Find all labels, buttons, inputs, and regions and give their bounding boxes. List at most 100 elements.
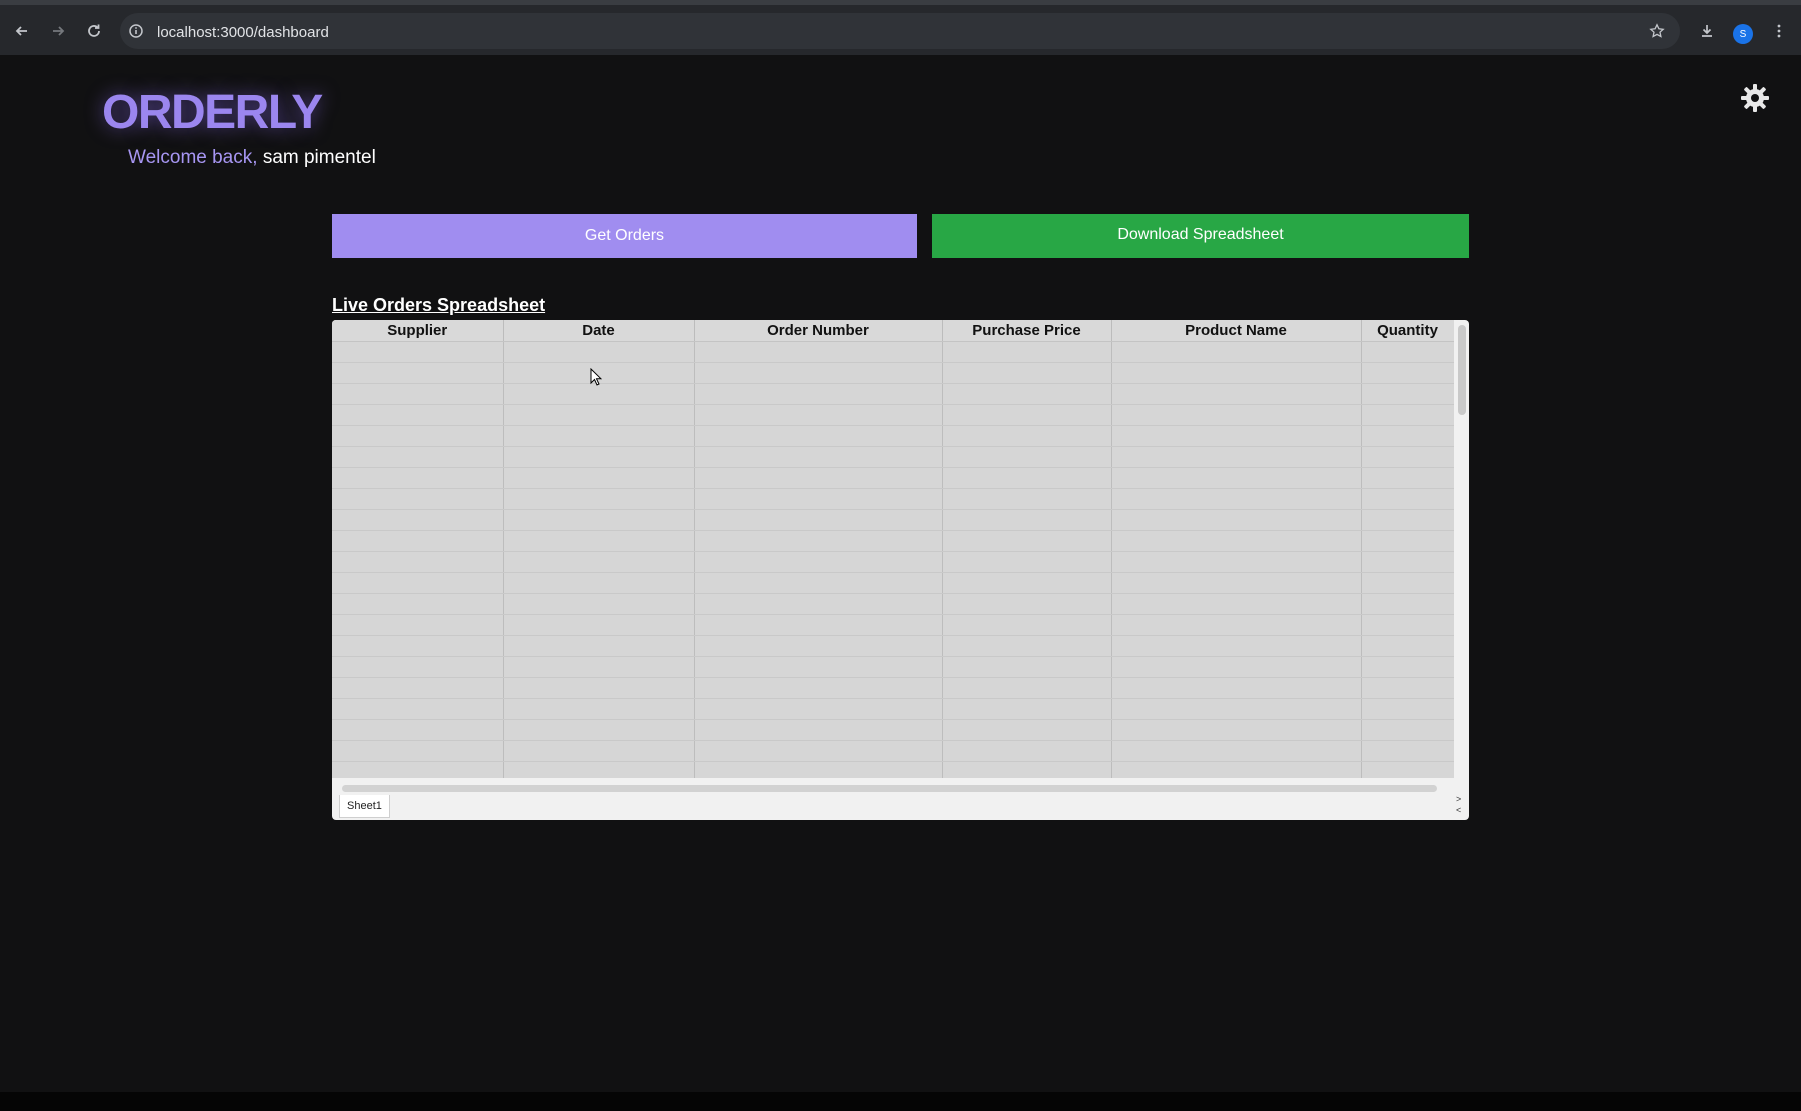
table-cell[interactable] <box>1361 572 1454 594</box>
table-cell[interactable] <box>1361 551 1454 573</box>
table-cell[interactable] <box>942 656 1112 678</box>
table-cell[interactable] <box>332 761 504 778</box>
table-cell[interactable] <box>1111 593 1362 615</box>
horizontal-scrollbar[interactable] <box>342 785 1437 792</box>
table-cell[interactable] <box>1361 719 1454 741</box>
table-cell[interactable] <box>942 614 1112 636</box>
table-cell[interactable] <box>694 698 943 720</box>
table-cell[interactable] <box>503 404 695 426</box>
table-cell[interactable] <box>1111 425 1362 447</box>
table-cell[interactable] <box>1361 593 1454 615</box>
column-header-date[interactable]: Date <box>503 320 695 342</box>
column-header-quantity[interactable]: Quantity <box>1361 320 1454 342</box>
table-cell[interactable] <box>942 740 1112 762</box>
table-cell[interactable] <box>503 656 695 678</box>
table-cell[interactable] <box>332 362 504 384</box>
table-cell[interactable] <box>332 572 504 594</box>
table-cell[interactable] <box>503 593 695 615</box>
table-cell[interactable] <box>1361 446 1454 468</box>
table-cell[interactable] <box>503 530 695 552</box>
table-cell[interactable] <box>694 341 943 363</box>
table-cell[interactable] <box>694 761 943 778</box>
get-orders-button[interactable]: Get Orders <box>332 214 917 258</box>
table-cell[interactable] <box>332 740 504 762</box>
table-cell[interactable] <box>332 530 504 552</box>
table-cell[interactable] <box>1111 656 1362 678</box>
table-cell[interactable] <box>1361 362 1454 384</box>
table-cell[interactable] <box>1361 467 1454 489</box>
site-info-icon[interactable] <box>124 19 148 43</box>
table-cell[interactable] <box>942 404 1112 426</box>
table-cell[interactable] <box>1111 635 1362 657</box>
column-header-purchase-price[interactable]: Purchase Price <box>942 320 1112 342</box>
table-cell[interactable] <box>942 488 1112 510</box>
table-cell[interactable] <box>1111 551 1362 573</box>
table-cell[interactable] <box>503 383 695 405</box>
table-cell[interactable] <box>942 677 1112 699</box>
table-cell[interactable] <box>503 509 695 531</box>
table-cell[interactable] <box>942 425 1112 447</box>
table-cell[interactable] <box>942 467 1112 489</box>
reload-icon[interactable] <box>82 19 106 43</box>
spreadsheet-widget[interactable]: Supplier Date Order Number Purchase Pric… <box>332 320 1469 820</box>
table-cell[interactable] <box>694 509 943 531</box>
spreadsheet-grid[interactable]: Supplier Date Order Number Purchase Pric… <box>332 320 1454 778</box>
table-cell[interactable] <box>1111 698 1362 720</box>
table-cell[interactable] <box>332 698 504 720</box>
settings-gear-icon[interactable] <box>1740 83 1770 113</box>
table-cell[interactable] <box>942 383 1112 405</box>
table-cell[interactable] <box>332 614 504 636</box>
table-cell[interactable] <box>942 593 1112 615</box>
table-cell[interactable] <box>942 719 1112 741</box>
table-cell[interactable] <box>503 572 695 594</box>
vertical-scrollbar[interactable] <box>1458 325 1466 415</box>
sheet-tab-navigation[interactable]: > < <box>1456 794 1461 816</box>
table-cell[interactable] <box>503 614 695 636</box>
table-cell[interactable] <box>942 341 1112 363</box>
table-cell[interactable] <box>332 509 504 531</box>
table-cell[interactable] <box>1111 761 1362 778</box>
table-cell[interactable] <box>1111 362 1362 384</box>
table-cell[interactable] <box>1111 488 1362 510</box>
table-cell[interactable] <box>1111 530 1362 552</box>
table-cell[interactable] <box>1361 761 1454 778</box>
table-cell[interactable] <box>503 677 695 699</box>
table-cell[interactable] <box>694 677 943 699</box>
table-cell[interactable] <box>1361 677 1454 699</box>
table-cell[interactable] <box>1111 509 1362 531</box>
table-cell[interactable] <box>694 425 943 447</box>
table-cell[interactable] <box>332 341 504 363</box>
table-cell[interactable] <box>1111 404 1362 426</box>
table-cell[interactable] <box>694 446 943 468</box>
table-cell[interactable] <box>503 425 695 447</box>
table-cell[interactable] <box>694 488 943 510</box>
table-cell[interactable] <box>332 656 504 678</box>
table-cell[interactable] <box>942 635 1112 657</box>
table-cell[interactable] <box>332 425 504 447</box>
table-cell[interactable] <box>942 761 1112 778</box>
column-header-product-name[interactable]: Product Name <box>1111 320 1362 342</box>
table-cell[interactable] <box>694 362 943 384</box>
address-bar[interactable] <box>120 13 1680 49</box>
table-cell[interactable] <box>1111 740 1362 762</box>
table-cell[interactable] <box>1361 635 1454 657</box>
table-cell[interactable] <box>503 698 695 720</box>
download-spreadsheet-button[interactable]: Download Spreadsheet <box>932 214 1469 258</box>
table-cell[interactable] <box>503 488 695 510</box>
table-cell[interactable] <box>332 635 504 657</box>
table-cell[interactable] <box>942 509 1112 531</box>
table-cell[interactable] <box>942 362 1112 384</box>
table-cell[interactable] <box>503 761 695 778</box>
table-cell[interactable] <box>503 341 695 363</box>
column-header-order-number[interactable]: Order Number <box>694 320 943 342</box>
table-cell[interactable] <box>1111 677 1362 699</box>
table-cell[interactable] <box>1111 467 1362 489</box>
table-cell[interactable] <box>503 467 695 489</box>
table-cell[interactable] <box>694 719 943 741</box>
table-cell[interactable] <box>694 614 943 636</box>
tab-next-icon[interactable]: > <box>1456 794 1461 805</box>
table-cell[interactable] <box>942 446 1112 468</box>
table-cell[interactable] <box>694 551 943 573</box>
table-cell[interactable] <box>1111 614 1362 636</box>
table-cell[interactable] <box>1361 509 1454 531</box>
